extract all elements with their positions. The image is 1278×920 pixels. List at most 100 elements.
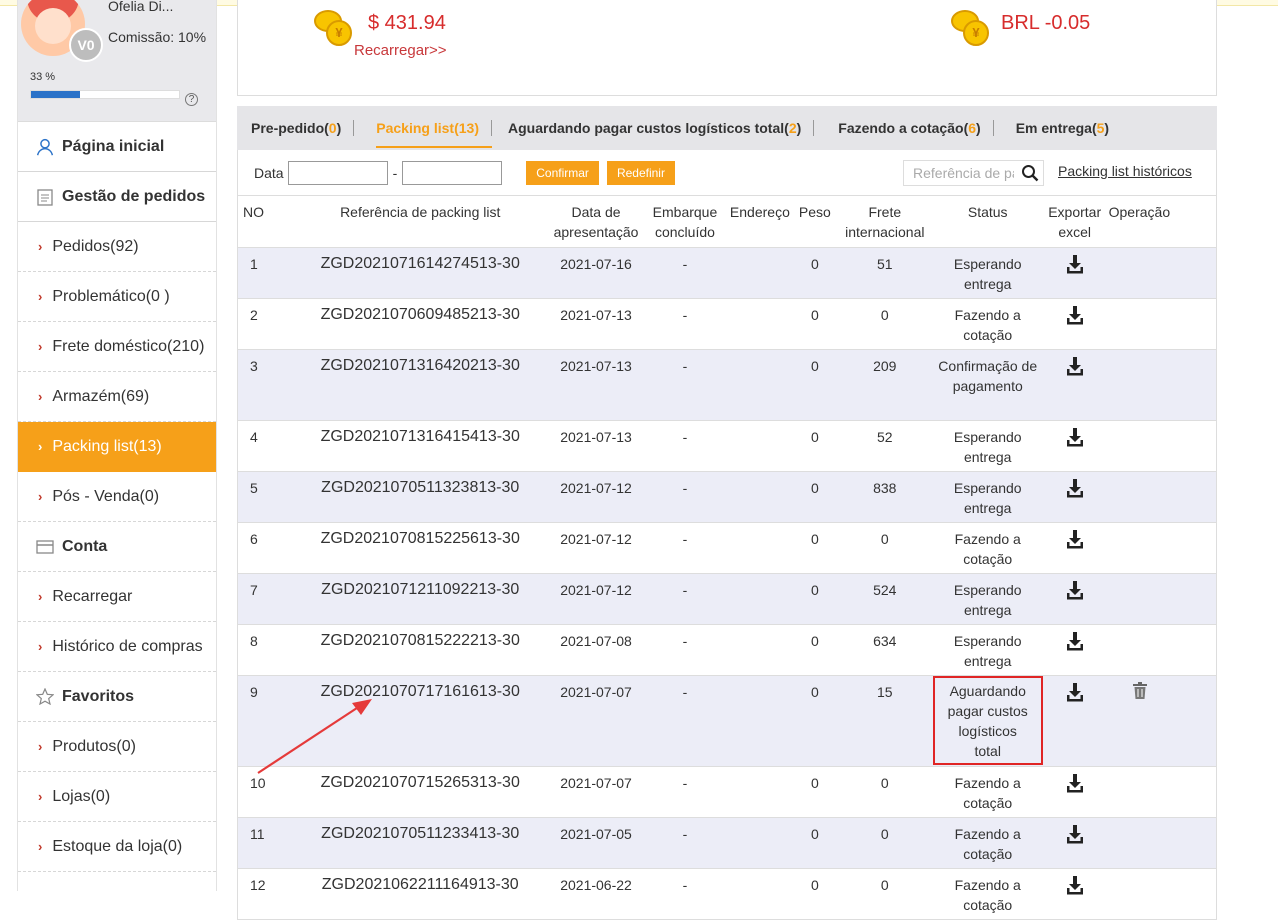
sidebar-item-pedidos[interactable]: › Pedidos(92)	[18, 222, 216, 272]
date-to-input[interactable]	[402, 160, 503, 185]
confirm-button[interactable]: Confirmar	[526, 160, 599, 185]
trash-icon[interactable]	[1132, 681, 1147, 702]
search-icon[interactable]	[1021, 164, 1039, 182]
cell-export	[1040, 420, 1109, 472]
cell-freight: 0	[834, 868, 935, 920]
cell-operation	[1108, 624, 1217, 676]
download-icon[interactable]	[1066, 254, 1084, 277]
cell-ref[interactable]: ZGD2021070511323813-30	[293, 471, 548, 523]
cell-freight: 0	[834, 522, 935, 574]
cell-status: Esperando entrega	[934, 471, 1041, 523]
cell-shipment: -	[645, 766, 725, 818]
table-row: 2 ZGD2021070609485213-30 2021-07-13- 0 0 Faze…	[237, 298, 1217, 350]
cell-ref[interactable]: ZGD2021062211164913-30	[293, 868, 548, 920]
help-icon[interactable]: ?	[185, 93, 198, 106]
reset-button[interactable]: Redefinir	[606, 160, 675, 185]
cell-ref[interactable]: ZGD2021070609485213-30	[293, 298, 548, 350]
status-text: Confirmação de pagamento	[938, 357, 1038, 394]
sidebar-item-home[interactable]: Página inicial	[18, 122, 216, 172]
table-row: 7 ZGD2021071211092213-30 2021-07-12- 0 524 Es…	[237, 573, 1217, 625]
cell-status: Fazendo a cotação	[934, 766, 1041, 818]
sidebar-item-recarregar[interactable]: › Recarregar	[18, 572, 216, 622]
download-icon[interactable]	[1066, 773, 1084, 796]
cell-ref[interactable]: ZGD2021071614274513-30	[293, 247, 548, 299]
table-row: 8 ZGD2021070815222213-30 2021-07-08- 0 634 Es…	[237, 624, 1217, 676]
cell-ref[interactable]: ZGD2021071316420213-30	[293, 349, 548, 421]
sidebar-item-armazem[interactable]: › Armazém(69)	[18, 372, 216, 422]
cell-freight: 524	[834, 573, 935, 625]
profile-card: V0 Ofelia Di... Comissão: 10% 33 % ?	[18, 0, 216, 122]
cell-address	[724, 675, 795, 767]
sidebar-item-problematico[interactable]: › Problemático(0 )	[18, 272, 216, 322]
commission-rate: Comissão: 10%	[108, 29, 207, 45]
cell-ref[interactable]: ZGD2021071211092213-30	[293, 573, 548, 625]
cell-date: 2021-07-16	[547, 247, 645, 299]
tab-packing-list[interactable]: Packing list(13)	[376, 106, 504, 150]
status-text: Esperando entrega	[953, 479, 1022, 516]
sidebar-item-estoque[interactable]: › Estoque da loja(0)	[18, 822, 216, 872]
cell-shipment: -	[645, 868, 725, 920]
cell-date: 2021-07-12	[547, 573, 645, 625]
download-icon[interactable]	[1066, 356, 1084, 379]
search-input[interactable]: Referência de packing list	[903, 160, 1044, 186]
chevron-right-icon: ›	[38, 489, 43, 504]
cell-freight: 0	[834, 766, 935, 818]
download-icon[interactable]	[1066, 580, 1084, 603]
cell-operation	[1108, 817, 1217, 869]
download-icon[interactable]	[1066, 478, 1084, 501]
header-shipment: Embarque concluído	[645, 196, 725, 248]
header-date: Data de apresentação	[547, 196, 645, 248]
sidebar-item-historico[interactable]: › Histórico de compras	[18, 622, 216, 672]
cell-weight: 0	[794, 420, 835, 472]
cell-export	[1040, 766, 1109, 818]
cell-ref[interactable]: ZGD2021070717161613-30	[293, 675, 548, 767]
sidebar-item-packing-list[interactable]: › Packing list(13)	[18, 422, 216, 472]
sidebar-item-lojas[interactable]: › Lojas(0)	[18, 772, 216, 822]
cell-freight: 15	[834, 675, 935, 767]
cell-ref[interactable]: ZGD2021071316415413-30	[293, 420, 548, 472]
cell-ref[interactable]: ZGD2021070815225613-30	[293, 522, 548, 574]
cell-date: 2021-07-05	[547, 817, 645, 869]
cell-status: Fazendo a cotação	[934, 298, 1041, 350]
download-icon[interactable]	[1066, 305, 1084, 328]
tab-em-entrega[interactable]: Em entrega(5)	[1016, 106, 1121, 150]
cell-ref[interactable]: ZGD2021070815222213-30	[293, 624, 548, 676]
tab-aguardando-pagar[interactable]: Aguardando pagar custos logísticos total…	[508, 106, 826, 150]
cell-status: Fazendo a cotação	[934, 522, 1041, 574]
header-export: Exportar excel	[1040, 196, 1109, 248]
table-header-row: NO Referência de packing list Data de ap…	[237, 196, 1217, 248]
sidebar-item-produtos[interactable]: › Produtos(0)	[18, 722, 216, 772]
tab-pre-pedido[interactable]: Pre-pedido(0)	[251, 106, 366, 150]
cell-status: Esperando entrega	[934, 624, 1041, 676]
username[interactable]: Ofelia Di...	[108, 0, 173, 14]
cell-weight: 0	[794, 766, 835, 818]
download-icon[interactable]	[1066, 824, 1084, 847]
cell-operation	[1108, 522, 1217, 574]
status-text: Fazendo a cotação	[954, 876, 1021, 913]
sidebar-item-frete-domestico[interactable]: › Frete doméstico(210)	[18, 322, 216, 372]
brl-balance: BRL -0.05	[1001, 12, 1091, 34]
download-icon[interactable]	[1066, 427, 1084, 450]
cell-status: Fazendo a cotação	[934, 868, 1041, 920]
cell-address	[724, 247, 795, 299]
recharge-link[interactable]: Recarregar>>	[354, 42, 447, 59]
cell-export	[1040, 624, 1109, 676]
download-icon[interactable]	[1066, 682, 1084, 705]
cell-ref[interactable]: ZGD2021070511233413-30	[293, 817, 548, 869]
history-link[interactable]: Packing list históricos	[1058, 163, 1192, 179]
header-address: Endereço	[724, 196, 795, 248]
cell-no: 12	[237, 868, 294, 920]
packing-list-table: NO Referência de packing list Data de ap…	[237, 196, 1217, 920]
cell-shipment: -	[645, 420, 725, 472]
download-icon[interactable]	[1066, 529, 1084, 552]
date-from-input[interactable]	[287, 160, 388, 185]
sidebar-section-label: Gestão de pedidos	[62, 187, 206, 205]
sidebar-item-pos-venda[interactable]: › Pós - Venda(0)	[18, 472, 216, 522]
download-icon[interactable]	[1066, 875, 1084, 898]
cell-operation	[1108, 471, 1217, 523]
cell-export	[1040, 675, 1109, 767]
download-icon[interactable]	[1066, 631, 1084, 654]
tab-fazendo-cotacao[interactable]: Fazendo a cotação(6)	[838, 106, 1005, 150]
table-row: 3 ZGD2021071316420213-30 2021-07-13-0 209 Co…	[237, 349, 1217, 421]
cell-ref[interactable]: ZGD2021070715265313-30	[293, 766, 548, 818]
